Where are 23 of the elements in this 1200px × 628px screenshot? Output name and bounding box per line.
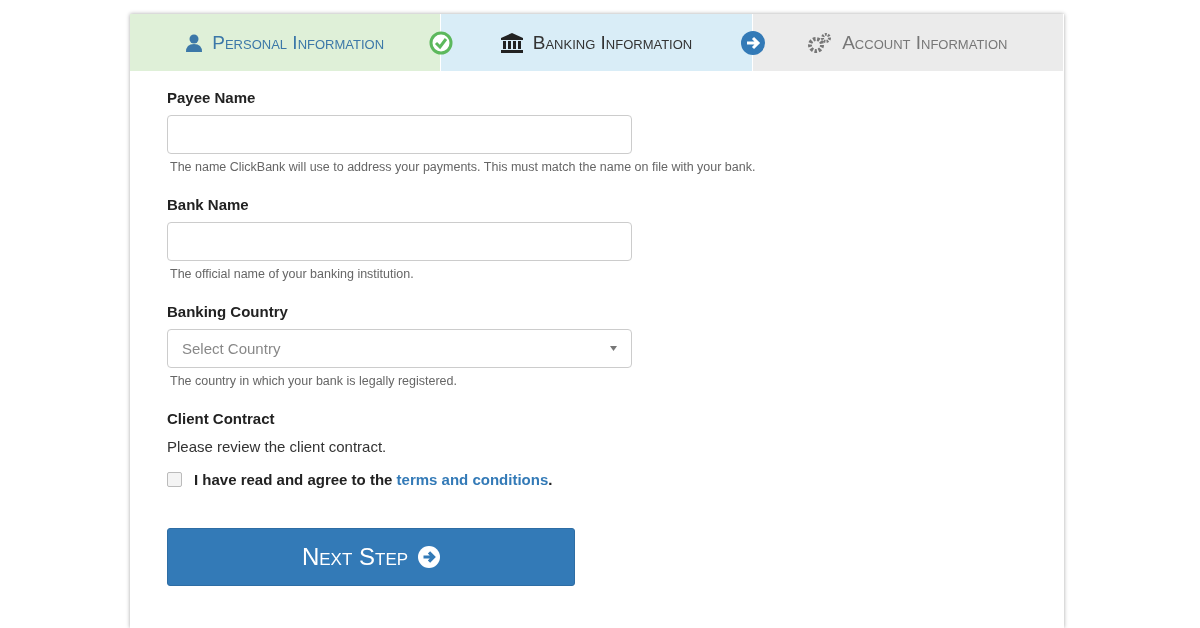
field-label: Payee Name xyxy=(167,89,257,106)
input-field[interactable] xyxy=(167,222,632,261)
step-tab[interactable]: Personal Information xyxy=(130,14,442,71)
step-tab[interactable]: Account Information xyxy=(752,14,1064,71)
input-field[interactable] xyxy=(167,115,632,154)
step-tab[interactable]: Banking Information xyxy=(441,14,753,71)
gears-icon xyxy=(808,32,833,53)
next-step-button[interactable]: Next Step xyxy=(167,528,575,586)
agreement-text: I have read and agree to the terms and conditions. xyxy=(194,471,553,488)
terms-link[interactable]: terms and conditions xyxy=(396,471,549,488)
bank-icon xyxy=(500,32,523,53)
field-label: Client Contract xyxy=(167,410,276,427)
arrow-right-icon xyxy=(418,546,441,568)
field-label: Banking Country xyxy=(167,303,289,320)
help-text: The official name of your banking institution. xyxy=(170,267,415,281)
field-label: Bank Name xyxy=(167,196,250,213)
checkbox[interactable] xyxy=(167,472,182,487)
contract-note: Please review the client contract. xyxy=(167,438,388,455)
country-select[interactable]: Select Country xyxy=(167,329,632,368)
user-icon xyxy=(186,33,203,52)
help-text: The name ClickBank will use to address your payments. This must match the name on file with your bank. xyxy=(170,160,757,174)
help-text: The country in which your bank is legally registered. xyxy=(170,374,458,388)
caret-icon xyxy=(610,346,617,351)
